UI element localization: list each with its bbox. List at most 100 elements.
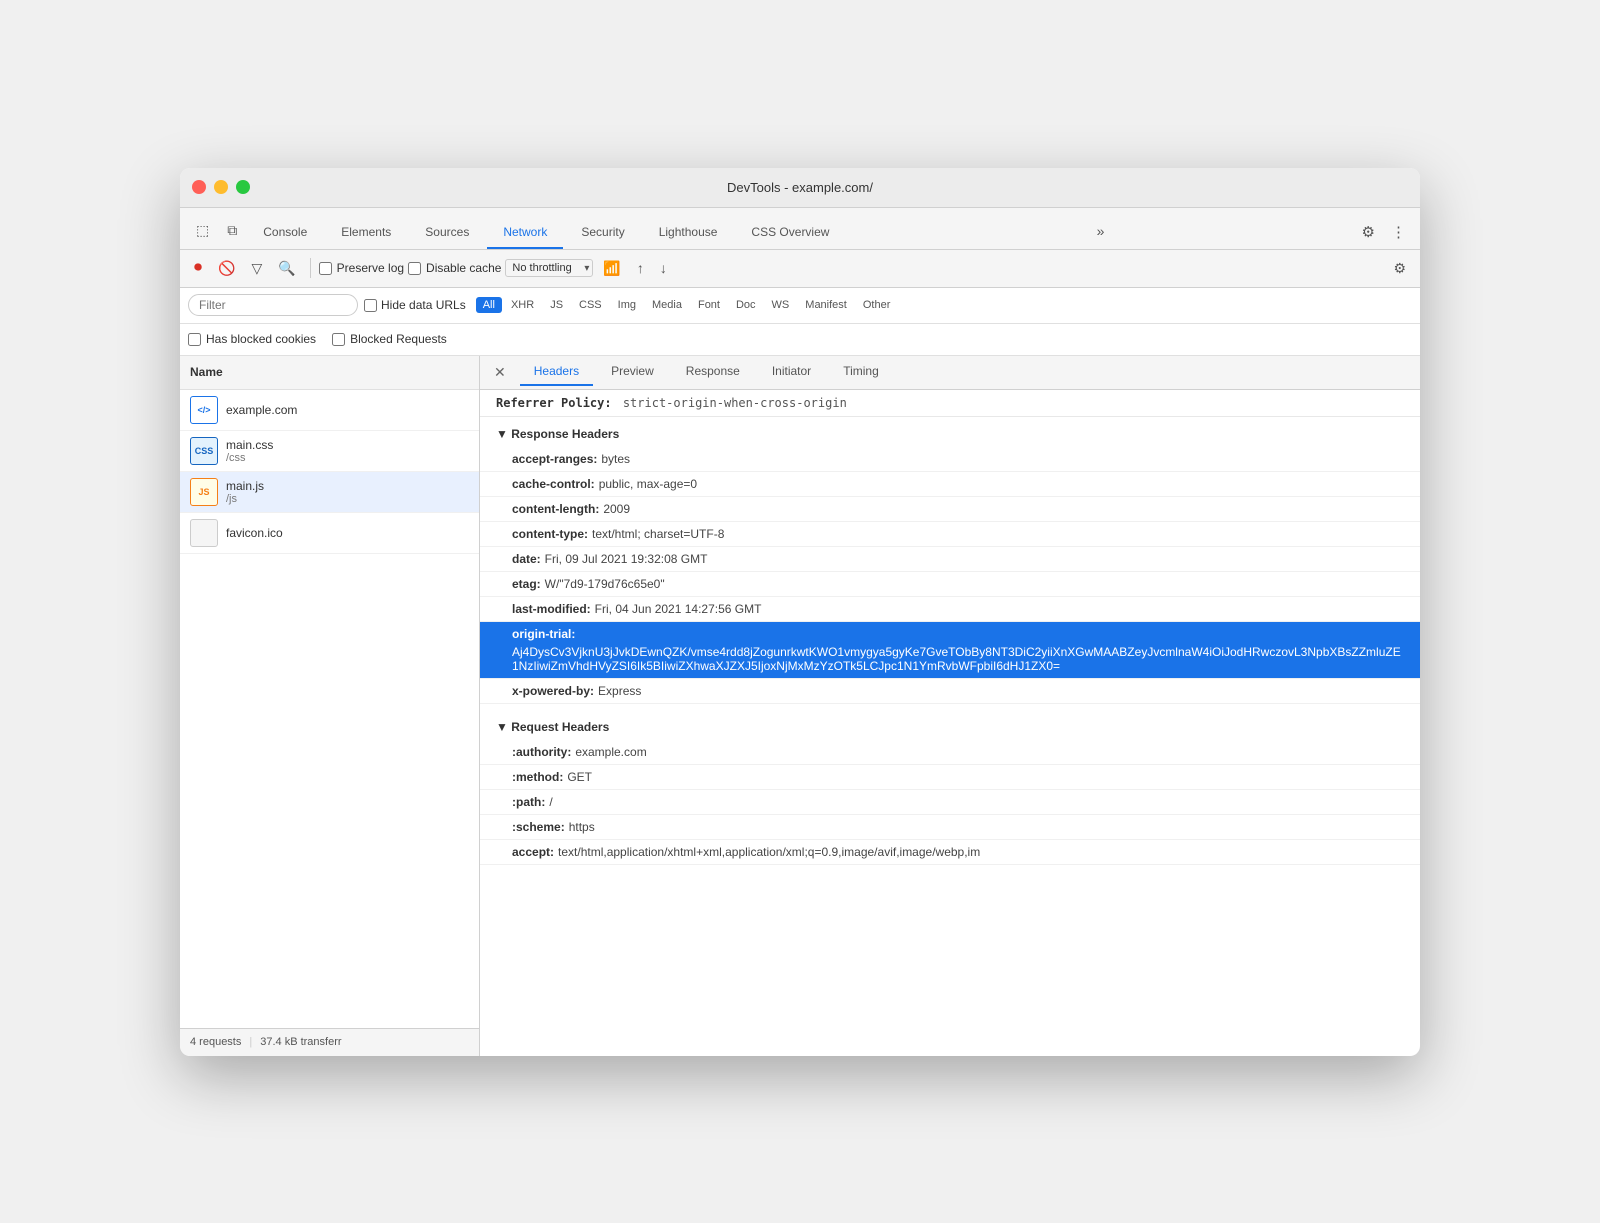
preserve-log-checkbox[interactable]: Preserve log: [319, 261, 404, 275]
hide-data-urls-input[interactable]: [364, 299, 377, 312]
filter-css-button[interactable]: CSS: [572, 297, 609, 313]
css-file-icon: CSS: [190, 437, 218, 465]
main-content: Name </> example.com CSS main.css /css: [180, 356, 1420, 1056]
blocked-requests-checkbox[interactable]: Blocked Requests: [332, 332, 447, 346]
name-column-header: Name: [190, 365, 223, 379]
header-value: Fri, 04 Jun 2021 14:27:56 GMT: [595, 602, 762, 616]
filter-input[interactable]: [188, 294, 358, 316]
close-button[interactable]: [192, 180, 206, 194]
request-item-main-css[interactable]: CSS main.css /css: [180, 431, 479, 472]
filter-other-button[interactable]: Other: [856, 297, 898, 313]
tab-console[interactable]: Console: [247, 217, 323, 249]
detail-tab-response[interactable]: Response: [672, 358, 754, 386]
tab-network[interactable]: Network: [487, 217, 563, 249]
tab-sources[interactable]: Sources: [409, 217, 485, 249]
detail-tab-preview[interactable]: Preview: [597, 358, 668, 386]
throttle-select[interactable]: No throttling: [505, 259, 593, 277]
detail-tab-timing[interactable]: Timing: [829, 358, 893, 386]
minimize-button[interactable]: [214, 180, 228, 194]
upload-icon[interactable]: ↑: [631, 256, 650, 280]
header-value: Express: [598, 684, 641, 698]
header-value: public, max-age=0: [599, 477, 697, 491]
header-value: W/"7d9-179d76c65e0": [545, 577, 665, 591]
header-key: :path:: [512, 795, 545, 809]
disable-cache-checkbox[interactable]: Disable cache: [408, 261, 501, 275]
html-file-icon: </>: [190, 396, 218, 424]
header-row-method: :method: GET: [480, 765, 1420, 790]
header-key: accept:: [512, 845, 554, 859]
header-row-date: date: Fri, 09 Jul 2021 19:32:08 GMT: [480, 547, 1420, 572]
header-key: x-powered-by:: [512, 684, 594, 698]
tab-css-overview[interactable]: CSS Overview: [735, 217, 845, 249]
header-key: etag:: [512, 577, 541, 591]
settings-icon-2[interactable]: ⚙: [1387, 256, 1412, 281]
tab-security[interactable]: Security: [565, 217, 640, 249]
tabbar-actions: ⚙ ⋮: [1356, 219, 1412, 245]
filter-ws-button[interactable]: WS: [765, 297, 797, 313]
has-blocked-cookies-checkbox[interactable]: Has blocked cookies: [188, 332, 316, 346]
filter-all-button[interactable]: All: [476, 297, 502, 313]
hide-data-urls-checkbox[interactable]: Hide data URLs: [364, 298, 466, 312]
blocked-requests-input[interactable]: [332, 333, 345, 346]
inspect-icon[interactable]: ⧉: [219, 216, 245, 245]
request-headers-section-title: ▼ Request Headers: [480, 710, 1420, 740]
header-value: bytes: [601, 452, 630, 466]
filter-icon[interactable]: ▽: [245, 256, 268, 281]
referrer-policy-row: Referrer Policy: strict-origin-when-cros…: [480, 390, 1420, 417]
more-options-icon[interactable]: ⋮: [1385, 219, 1412, 245]
header-value: 2009: [603, 502, 630, 516]
disable-cache-input[interactable]: [408, 262, 421, 275]
main-tabbar: ⬚ ⧉ Console Elements Sources Network Sec…: [180, 208, 1420, 250]
wifi-icon[interactable]: 📶: [597, 256, 626, 281]
filter-media-button[interactable]: Media: [645, 297, 689, 313]
detail-tab-headers[interactable]: Headers: [520, 358, 593, 386]
window-title: DevTools - example.com/: [727, 180, 873, 195]
request-headers-title-text: ▼ Request Headers: [496, 720, 609, 734]
header-row-x-powered-by: x-powered-by: Express: [480, 679, 1420, 704]
status-bar: 4 requests | 37.4 kB transferr: [180, 1028, 479, 1056]
header-row-authority: :authority: example.com: [480, 740, 1420, 765]
cursor-icon[interactable]: ⬚: [188, 216, 217, 245]
header-key: :authority:: [512, 745, 571, 759]
settings-icon[interactable]: ⚙: [1356, 219, 1381, 245]
tab-elements[interactable]: Elements: [325, 217, 407, 249]
devtools-window: DevTools - example.com/ ⬚ ⧉ Console Elem…: [180, 168, 1420, 1056]
has-blocked-cookies-input[interactable]: [188, 333, 201, 346]
filter-manifest-button[interactable]: Manifest: [798, 297, 854, 313]
detail-tabbar: ✕ Headers Preview Response Initiator Tim…: [480, 356, 1420, 390]
header-row-accept-ranges: accept-ranges: bytes: [480, 447, 1420, 472]
filter-js-button[interactable]: JS: [543, 297, 570, 313]
header-value: text/html,application/xhtml+xml,applicat…: [558, 845, 980, 859]
maximize-button[interactable]: [236, 180, 250, 194]
request-item-main-js[interactable]: JS main.js /js: [180, 472, 479, 513]
ico-file-icon: [190, 519, 218, 547]
filter-img-button[interactable]: Img: [611, 297, 643, 313]
close-detail-button[interactable]: ✕: [488, 362, 512, 383]
filter-font-button[interactable]: Font: [691, 297, 727, 313]
request-item-favicon[interactable]: favicon.ico: [180, 513, 479, 554]
filter-xhr-button[interactable]: XHR: [504, 297, 541, 313]
download-icon[interactable]: ↓: [654, 256, 673, 280]
more-tabs-button[interactable]: »: [1089, 217, 1113, 245]
search-icon[interactable]: 🔍: [272, 256, 301, 281]
header-value: text/html; charset=UTF-8: [592, 527, 724, 541]
request-item-example-com[interactable]: </> example.com: [180, 390, 479, 431]
referrer-policy-value: strict-origin-when-cross-origin: [623, 396, 847, 410]
preserve-log-input[interactable]: [319, 262, 332, 275]
header-row-last-modified: last-modified: Fri, 04 Jun 2021 14:27:56…: [480, 597, 1420, 622]
detail-tab-initiator[interactable]: Initiator: [758, 358, 825, 386]
referrer-policy-key: Referrer Policy:: [496, 396, 612, 410]
header-row-content-length: content-length: 2009: [480, 497, 1420, 522]
header-value: /: [549, 795, 552, 809]
header-key: date:: [512, 552, 541, 566]
filter-bar: Hide data URLs All XHR JS CSS Img Media …: [180, 288, 1420, 324]
tab-lighthouse[interactable]: Lighthouse: [643, 217, 734, 249]
toolbar-divider-1: [310, 258, 311, 278]
clear-button[interactable]: 🚫: [212, 256, 241, 281]
header-key: last-modified:: [512, 602, 591, 616]
titlebar: DevTools - example.com/: [180, 168, 1420, 208]
record-button[interactable]: ⏺: [188, 255, 208, 281]
filter-doc-button[interactable]: Doc: [729, 297, 763, 313]
header-key: content-type:: [512, 527, 588, 541]
header-row-etag: etag: W/"7d9-179d76c65e0": [480, 572, 1420, 597]
